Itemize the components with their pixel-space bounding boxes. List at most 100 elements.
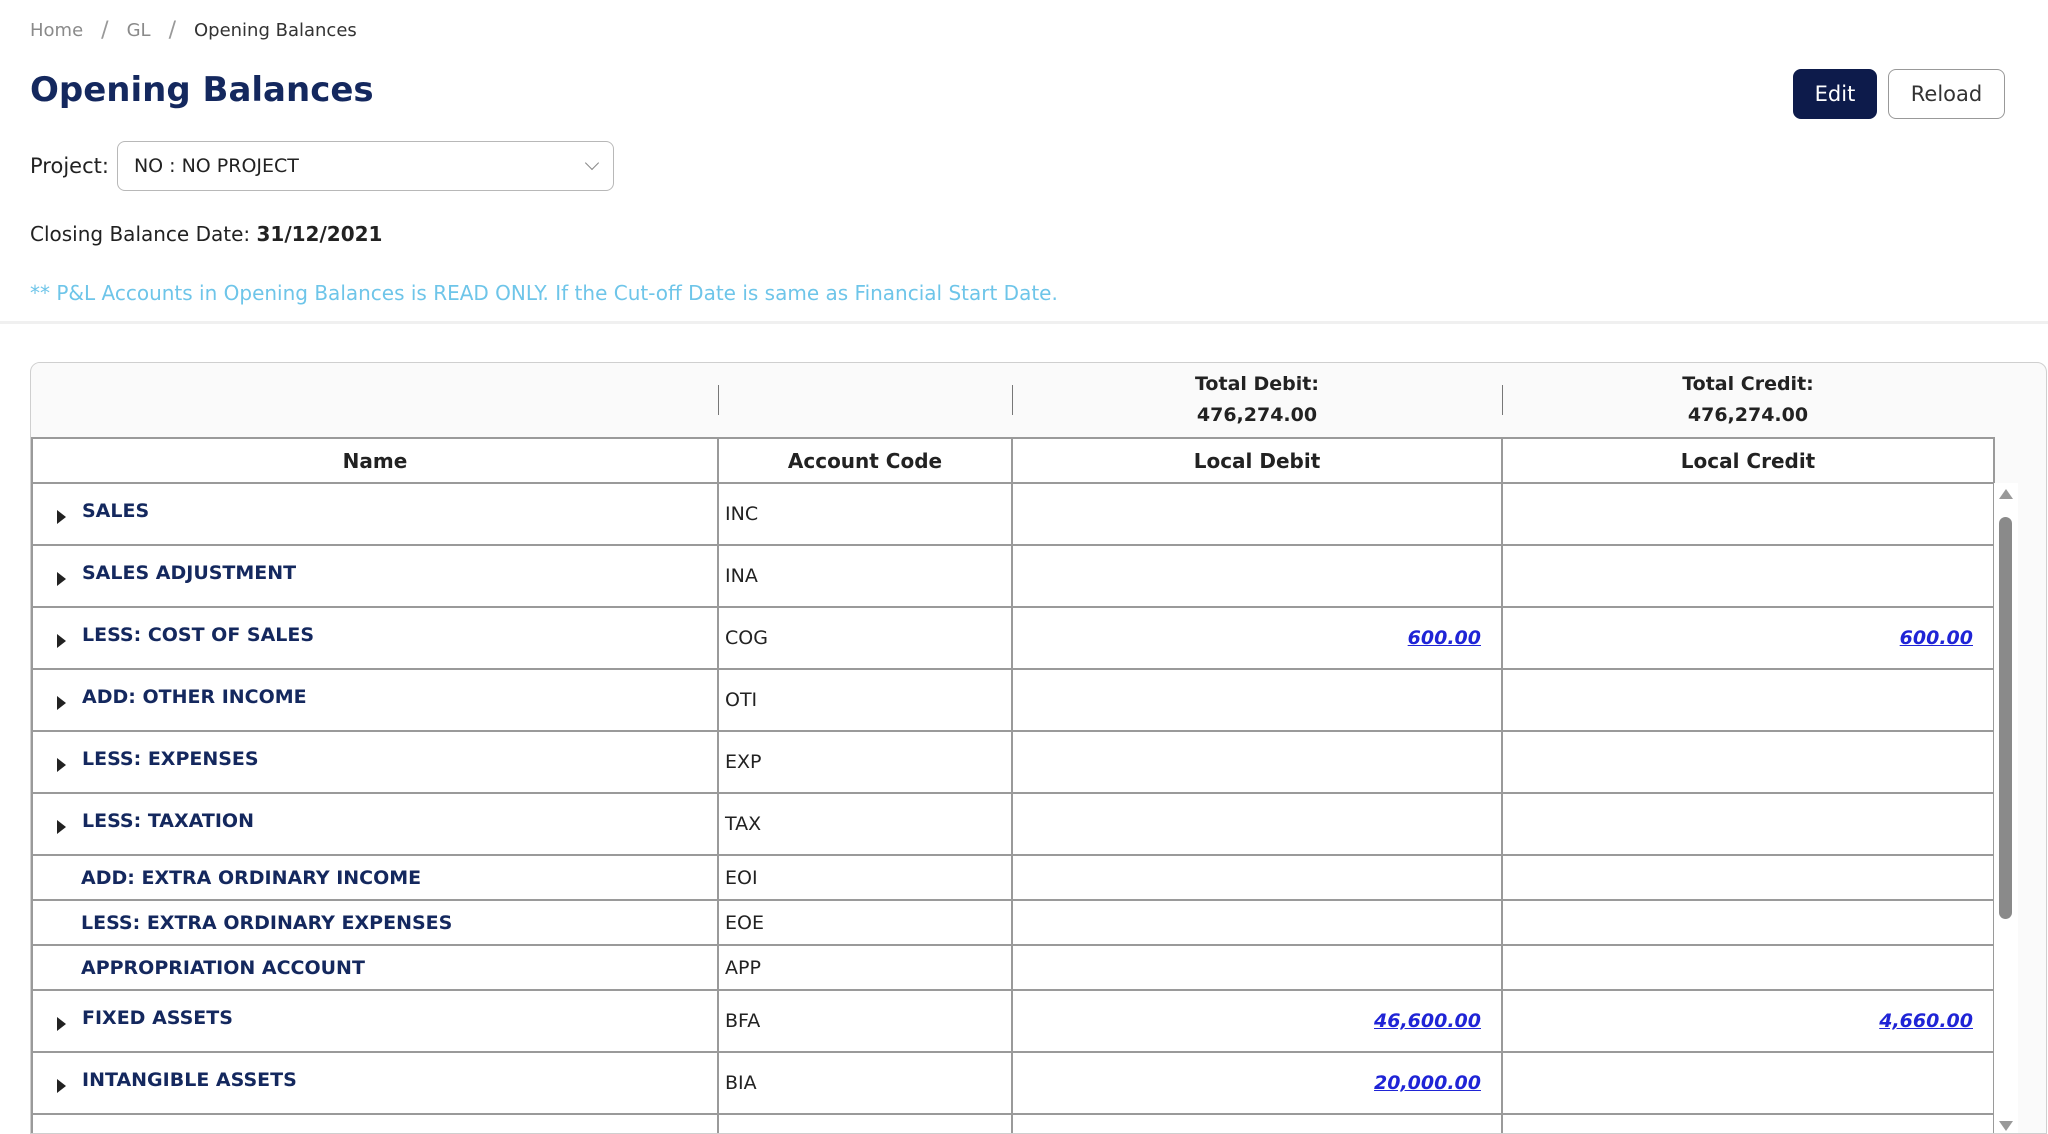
- closing-date-label: Closing Balance Date:: [30, 222, 251, 246]
- expand-triangle-icon[interactable]: [57, 695, 66, 710]
- local-credit-link[interactable]: 4,660.00: [1879, 1010, 1973, 1032]
- breadcrumb: Home / GL / Opening Balances: [30, 18, 357, 43]
- name-cell: FIXED ASSETS: [31, 989, 719, 1053]
- total-credit-label: Total Credit:: [1682, 373, 1814, 395]
- account-code-cell: INC: [717, 482, 1013, 546]
- account-code-cell: TAX: [717, 792, 1013, 856]
- table-row[interactable]: ADD: EXTRA ORDINARY INCOME EOI: [31, 854, 1995, 901]
- opening-balances-table: Total Debit: 476,274.00 Total Credit: 47…: [30, 362, 2047, 1134]
- expand-triangle-icon[interactable]: [57, 1016, 66, 1031]
- closing-date-value: 31/12/2021: [256, 222, 383, 246]
- local-debit-cell: [1011, 1113, 1503, 1133]
- local-credit-cell: 600.00: [1501, 606, 1995, 670]
- table-row[interactable]: INTANGIBLE ASSETS BIA 20,000.00: [31, 1051, 1995, 1115]
- account-name: FIXED ASSETS: [82, 1007, 233, 1029]
- name-cell: LESS: EXPENSES: [31, 730, 719, 794]
- totals-empty-cell: [32, 363, 718, 438]
- local-credit-cell: [1501, 544, 1995, 608]
- breadcrumb-home[interactable]: Home: [30, 20, 83, 41]
- total-debit-label: Total Debit:: [1195, 373, 1319, 395]
- account-name: LESS: EXPENSES: [82, 748, 259, 770]
- chevron-down-icon: [584, 155, 600, 171]
- breadcrumb-gl[interactable]: GL: [127, 20, 151, 41]
- account-name: LESS: EXTRA ORDINARY EXPENSES: [81, 911, 453, 934]
- local-debit-link[interactable]: 46,600.00: [1374, 1010, 1481, 1032]
- expand-triangle-icon[interactable]: [57, 1078, 66, 1093]
- account-name: SALES ADJUSTMENT: [82, 562, 297, 584]
- local-credit-cell: [1501, 899, 1995, 946]
- local-credit-cell: [1501, 854, 1995, 901]
- edit-button[interactable]: Edit: [1793, 69, 1877, 119]
- column-header-account-code[interactable]: Account Code: [717, 437, 1013, 484]
- expand-triangle-icon[interactable]: [57, 571, 66, 586]
- column-header-name[interactable]: Name: [31, 437, 719, 484]
- local-debit-cell: [1011, 730, 1503, 794]
- table-row[interactable]: FIXED ASSETS BFA 46,600.00 4,660.00: [31, 989, 1995, 1053]
- account-name: APPROPRIATION ACCOUNT: [81, 956, 365, 979]
- column-header-local-debit[interactable]: Local Debit: [1011, 437, 1503, 484]
- page-title: Opening Balances: [30, 70, 374, 110]
- expand-triangle-icon[interactable]: [57, 633, 66, 648]
- account-name: ADD: OTHER INCOME: [82, 686, 307, 708]
- name-cell: LESS: COST OF SALES: [31, 606, 719, 670]
- reload-button[interactable]: Reload: [1888, 69, 2005, 119]
- expand-triangle-icon[interactable]: [57, 819, 66, 834]
- expand-triangle-icon[interactable]: [57, 509, 66, 524]
- project-select-value: NO : NO PROJECT: [133, 155, 299, 177]
- local-credit-cell: 4,660.00: [1501, 989, 1995, 1053]
- column-header-local-credit[interactable]: Local Credit: [1501, 437, 1995, 484]
- account-code-cell: [717, 1113, 1013, 1133]
- local-credit-cell: [1501, 1113, 1995, 1133]
- vertical-scrollbar[interactable]: [1994, 483, 2018, 1133]
- breadcrumb-separator: /: [168, 18, 176, 43]
- project-field: Project: NO : NO PROJECT: [30, 141, 614, 191]
- account-code-cell: BIA: [717, 1051, 1013, 1115]
- table-row[interactable]: LESS: EXPENSES EXP: [31, 730, 1995, 794]
- table-row[interactable]: LESS: EXTRA ORDINARY EXPENSES EOE: [31, 899, 1995, 946]
- totals-empty-cell: [718, 363, 1012, 438]
- table-row[interactable]: SALES ADJUSTMENT INA: [31, 544, 1995, 608]
- total-debit-value: 476,274.00: [1196, 404, 1318, 426]
- table-row[interactable]: APPROPRIATION ACCOUNT APP: [31, 944, 1995, 991]
- account-name: LESS: COST OF SALES: [82, 624, 315, 646]
- account-name: INTANGIBLE ASSETS: [82, 1069, 297, 1091]
- scroll-down-arrow-icon[interactable]: [1999, 1121, 2013, 1131]
- account-code-cell: APP: [717, 944, 1013, 991]
- local-credit-cell: [1501, 482, 1995, 546]
- local-debit-cell: [1011, 668, 1503, 732]
- local-debit-link[interactable]: 20,000.00: [1374, 1072, 1481, 1094]
- local-debit-cell: 20,000.00: [1011, 1051, 1503, 1115]
- account-code-cell: BFA: [717, 989, 1013, 1053]
- account-code-cell: EOE: [717, 899, 1013, 946]
- local-credit-cell: [1501, 792, 1995, 856]
- closing-balance-date: Closing Balance Date: 31/12/2021: [30, 222, 382, 246]
- local-debit-cell: 600.00: [1011, 606, 1503, 670]
- local-credit-link[interactable]: 600.00: [1900, 627, 1973, 649]
- table-row[interactable]: LESS: COST OF SALES COG 600.00 600.00: [31, 606, 1995, 670]
- local-debit-cell: 46,600.00: [1011, 989, 1503, 1053]
- scroll-up-arrow-icon[interactable]: [1999, 489, 2013, 499]
- local-debit-cell: [1011, 854, 1503, 901]
- table-row[interactable]: SALES INC: [31, 482, 1995, 546]
- local-debit-link[interactable]: 600.00: [1408, 627, 1481, 649]
- account-name: ADD: EXTRA ORDINARY INCOME: [81, 866, 422, 889]
- table-row[interactable]: [31, 1113, 1995, 1133]
- table-row[interactable]: ADD: OTHER INCOME OTI: [31, 668, 1995, 732]
- breadcrumb-separator: /: [101, 18, 109, 43]
- name-cell: LESS: EXTRA ORDINARY EXPENSES: [31, 899, 719, 946]
- scrollbar-thumb[interactable]: [1999, 517, 2012, 919]
- account-code-cell: COG: [717, 606, 1013, 670]
- project-label: Project:: [30, 154, 109, 178]
- breadcrumb-current: Opening Balances: [193, 20, 357, 41]
- table-row[interactable]: LESS: TAXATION TAX: [31, 792, 1995, 856]
- name-cell: ADD: EXTRA ORDINARY INCOME: [31, 854, 719, 901]
- account-code-cell: EXP: [717, 730, 1013, 794]
- local-credit-cell: [1501, 730, 1995, 794]
- name-cell: LESS: TAXATION: [31, 792, 719, 856]
- project-select[interactable]: NO : NO PROJECT: [116, 141, 614, 191]
- totals-row: Total Debit: 476,274.00 Total Credit: 47…: [32, 363, 1994, 438]
- name-cell: APPROPRIATION ACCOUNT: [31, 944, 719, 991]
- expand-triangle-icon[interactable]: [57, 757, 66, 772]
- account-name: LESS: TAXATION: [82, 810, 254, 832]
- account-code-cell: OTI: [717, 668, 1013, 732]
